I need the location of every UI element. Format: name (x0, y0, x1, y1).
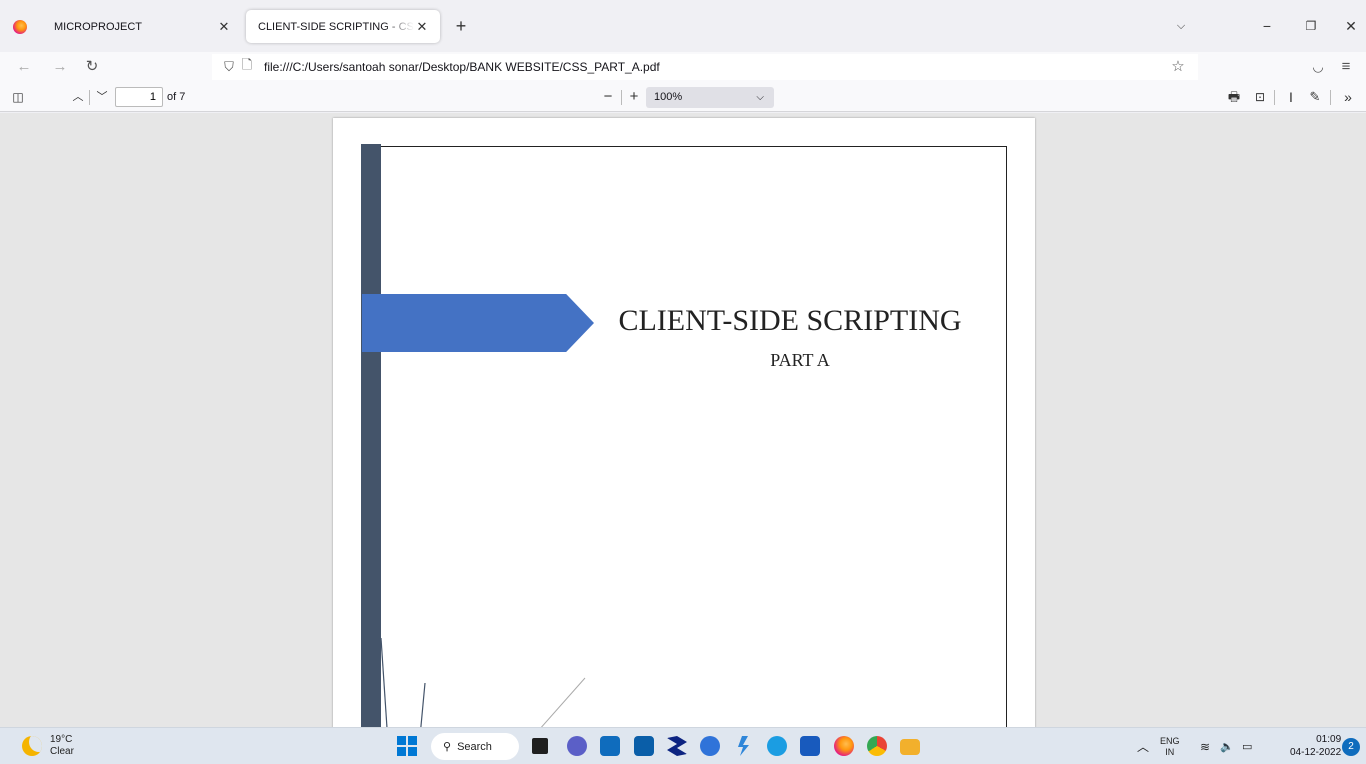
decorative-lines (380, 637, 586, 727)
dropbox-icon[interactable] (667, 736, 687, 756)
firefox-logo-icon[interactable] (13, 20, 27, 34)
lang-top: ENG (1160, 735, 1180, 746)
bookmark-star-icon[interactable]: ☆ (1166, 55, 1190, 79)
tab-client-side-scripting[interactable]: CLIENT-SIDE SCRIPTING - CSS_PART_A.pdf ✕ (246, 10, 440, 43)
menu-icon[interactable]: ≡ (1334, 55, 1358, 79)
pdf-viewer[interactable]: CLIENT-SIDE SCRIPTING PART A (0, 113, 1366, 727)
url-bar[interactable]: ⛉ 🗋 file:///C:/Users/santoah sonar/Deskt… (212, 54, 1198, 80)
tab-strip: MICROPROJECT ✕ CLIENT-SIDE SCRIPTING - C… (0, 0, 1366, 52)
divider (1330, 90, 1331, 105)
sidebar-toggle-icon[interactable]: ◫ (6, 85, 30, 109)
forward-icon[interactable]: → (48, 55, 72, 79)
page-number-input[interactable] (115, 87, 163, 107)
tab-label: MICROPROJECT (54, 20, 142, 33)
tray-overflow-icon[interactable]: ︿ (1137, 728, 1149, 764)
tab-label: CLIENT-SIDE SCRIPTING - CSS_PART_A.pdf (258, 20, 414, 33)
edge-beta-icon[interactable] (700, 736, 720, 756)
mail-icon[interactable] (634, 736, 654, 756)
shield-icon[interactable]: ⛉ (220, 59, 238, 75)
close-icon[interactable]: ✕ (414, 19, 430, 35)
previous-page-icon[interactable]: ︿ (66, 85, 90, 109)
close-window-icon[interactable]: ✕ (1336, 14, 1366, 38)
url-text[interactable]: file:///C:/Users/santoah sonar/Desktop/B… (264, 60, 660, 74)
clock[interactable]: 01:09 04-12-2022 (1290, 733, 1341, 759)
next-page-icon[interactable]: ﹀ (90, 85, 114, 109)
new-tab-button[interactable]: + (450, 15, 472, 37)
weather-desc: Clear (50, 746, 74, 757)
back-icon[interactable]: ← (12, 55, 36, 79)
clock-time: 01:09 (1316, 734, 1342, 745)
search-label: Search (457, 740, 492, 753)
windows-taskbar: 19°C Clear ⚲ Search ︿ ENG IN ≋ 🔈 ▭ 01:09… (0, 727, 1366, 764)
task-view-icon[interactable] (532, 738, 548, 754)
list-all-tabs-icon[interactable]: ⌵ (1166, 14, 1196, 38)
divider (1274, 90, 1275, 105)
chrome-icon[interactable] (867, 736, 887, 756)
word-icon[interactable] (800, 736, 820, 756)
moon-icon (22, 736, 42, 756)
windows-start-icon[interactable] (397, 736, 417, 756)
taskbar-search[interactable]: ⚲ Search (431, 733, 519, 760)
minimize-icon[interactable]: − (1252, 14, 1282, 38)
firefox-taskbar-icon[interactable] (834, 736, 854, 756)
pocket-icon[interactable]: ◡ (1306, 55, 1330, 79)
file-explorer-icon[interactable] (900, 739, 920, 755)
lang-bottom: IN (1165, 746, 1175, 757)
zoom-in-icon[interactable]: + (622, 85, 646, 109)
search-icon: ⚲ (443, 741, 452, 753)
weather-widget[interactable]: 19°C Clear (22, 734, 74, 758)
zoom-out-icon[interactable]: − (596, 85, 620, 109)
battery-icon[interactable]: ▭ (1242, 728, 1252, 764)
reload-icon[interactable]: ↻ (80, 55, 104, 79)
draw-tool-icon[interactable]: ✎ (1303, 85, 1327, 109)
microsoft-store-icon[interactable] (600, 736, 620, 756)
chevron-down-icon: ⌵ (756, 92, 764, 103)
tools-overflow-icon[interactable]: » (1336, 85, 1360, 109)
page-icon[interactable]: 🗋 (238, 56, 256, 78)
zoom-select[interactable]: 100% ⌵ (646, 87, 774, 108)
close-icon[interactable]: ✕ (216, 19, 232, 35)
language-indicator[interactable]: ENG IN (1160, 728, 1180, 764)
print-icon[interactable]: 🖶 (1222, 85, 1246, 109)
pdf-toolbar: ◫ ︿ ﹀ of 7 − + 100% ⌵ 🖶 ⊡ I ✎ » (0, 82, 1366, 112)
text-tool-icon[interactable]: I (1279, 85, 1303, 109)
navigation-bar: ← → ↻ ⛉ 🗋 file:///C:/Users/santoah sonar… (0, 52, 1366, 82)
pdf-page: CLIENT-SIDE SCRIPTING PART A (333, 118, 1035, 727)
teams-chat-icon[interactable] (567, 736, 587, 756)
tab-microproject[interactable]: MICROPROJECT ✕ (42, 10, 242, 43)
edge-icon[interactable] (767, 736, 787, 756)
volume-icon[interactable]: 🔈 (1220, 728, 1234, 764)
wifi-icon[interactable]: ≋ (1200, 728, 1210, 764)
restore-icon[interactable]: ❐ (1296, 14, 1326, 38)
weather-temp: 19°C (50, 734, 73, 745)
download-icon[interactable]: ⊡ (1248, 85, 1272, 109)
clock-date: 04-12-2022 (1290, 747, 1342, 758)
power-automate-icon[interactable] (738, 736, 749, 756)
notification-badge[interactable]: 2 (1342, 738, 1360, 756)
zoom-value: 100% (654, 91, 683, 103)
page-count: of 7 (167, 91, 186, 103)
